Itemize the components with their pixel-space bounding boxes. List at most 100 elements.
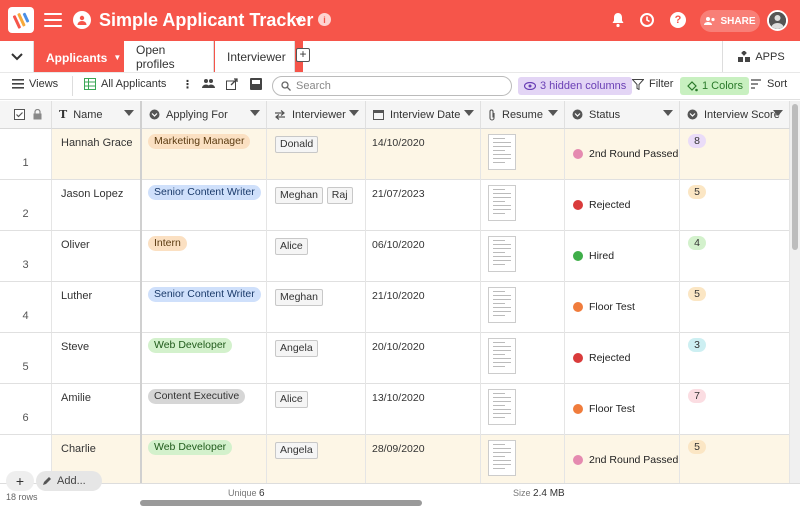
- column-menu-icon[interactable]: [349, 110, 359, 116]
- info-icon[interactable]: i: [318, 13, 331, 26]
- table-row[interactable]: 2 Jason Lopez Senior Content Writer Meghan R…: [0, 180, 790, 231]
- app-logo-icon[interactable]: [8, 7, 34, 33]
- tab-open-profiles[interactable]: Open profiles: [124, 41, 214, 72]
- cell-name[interactable]: Hannah Grace: [52, 129, 141, 180]
- resume-thumbnail[interactable]: [488, 185, 516, 221]
- tab-applicants[interactable]: Applicants ▼: [34, 41, 123, 72]
- interviewer-tag[interactable]: Angela: [275, 340, 318, 357]
- table-row[interactable]: 6 Amilie Content Executive Alice 13/10/2020 F…: [0, 384, 790, 435]
- checkbox-icon[interactable]: [14, 109, 25, 120]
- views-button[interactable]: Views: [12, 78, 58, 90]
- cell-interviewer[interactable]: Alice: [267, 231, 366, 282]
- horizontal-scrollbar-thumb[interactable]: [140, 500, 422, 506]
- cell-status[interactable]: 2nd Round Passed: [565, 435, 680, 483]
- column-header-resume[interactable]: Resume: [481, 101, 565, 129]
- cell-interviewer[interactable]: Meghan Raj: [267, 180, 366, 231]
- cell-status[interactable]: Floor Test: [565, 384, 680, 435]
- colors-button[interactable]: 1 Colors: [680, 77, 749, 95]
- interviewer-tag[interactable]: Meghan: [275, 187, 323, 204]
- cell-interview-score[interactable]: 7: [680, 384, 790, 435]
- column-menu-icon[interactable]: [250, 110, 260, 116]
- collaborators-icon[interactable]: [202, 78, 215, 88]
- cell-resume[interactable]: [481, 282, 565, 333]
- cell-applying-for[interactable]: Intern: [142, 231, 267, 282]
- cell-resume[interactable]: [481, 129, 565, 180]
- user-avatar[interactable]: [767, 10, 788, 31]
- frozen-column-divider[interactable]: [140, 101, 142, 509]
- cell-applying-for[interactable]: Marketing Manager: [142, 129, 267, 180]
- filter-button[interactable]: Filter: [632, 78, 673, 90]
- cell-name[interactable]: Jason Lopez: [52, 180, 141, 231]
- cell-status[interactable]: Floor Test: [565, 282, 680, 333]
- cell-interviewer[interactable]: Angela: [267, 435, 366, 483]
- column-menu-icon[interactable]: [464, 110, 474, 116]
- add-tab-button[interactable]: +: [296, 48, 310, 62]
- cell-resume[interactable]: [481, 435, 565, 483]
- cell-interview-date[interactable]: 14/10/2020: [366, 129, 481, 180]
- unique-stat[interactable]: Unique 6: [228, 488, 265, 499]
- cell-interviewer[interactable]: Angela: [267, 333, 366, 384]
- table-row[interactable]: 1 Hannah Grace Marketing Manager Donald 14/1…: [0, 129, 790, 180]
- size-stat[interactable]: Size 2.4 MB: [513, 488, 565, 499]
- cell-applying-for[interactable]: Content Executive: [142, 384, 267, 435]
- interviewer-tag[interactable]: Raj: [326, 187, 353, 204]
- column-menu-icon[interactable]: [124, 110, 134, 116]
- share-button[interactable]: SHARE: [700, 10, 760, 32]
- cell-resume[interactable]: [481, 333, 565, 384]
- apps-button[interactable]: APPS: [722, 41, 800, 72]
- history-icon[interactable]: [639, 12, 655, 31]
- page-title[interactable]: Simple Applicant Tracker: [99, 10, 313, 31]
- cell-name[interactable]: Amilie: [52, 384, 141, 435]
- menu-icon[interactable]: [44, 13, 62, 27]
- table-row[interactable]: 3 Oliver Intern Alice 06/10/2020 Hired 4: [0, 231, 790, 282]
- resume-thumbnail[interactable]: [488, 440, 516, 476]
- sort-button[interactable]: Sort: [750, 78, 787, 90]
- interviewer-tag[interactable]: Meghan: [275, 289, 323, 306]
- interviewer-tag[interactable]: Donald: [275, 136, 319, 153]
- cell-applying-for[interactable]: Web Developer: [142, 333, 267, 384]
- cell-interview-score[interactable]: 3: [680, 333, 790, 384]
- tabs-chevron-icon[interactable]: [0, 41, 34, 72]
- hidden-columns-button[interactable]: 3 hidden columns: [518, 77, 633, 95]
- column-menu-icon[interactable]: [548, 110, 558, 116]
- cell-applying-for[interactable]: Senior Content Writer: [142, 282, 267, 333]
- column-header-status[interactable]: Status: [565, 101, 680, 129]
- cell-name[interactable]: Luther: [52, 282, 141, 333]
- cell-applying-for[interactable]: Senior Content Writer: [142, 180, 267, 231]
- help-icon[interactable]: ?: [670, 12, 686, 28]
- print-icon[interactable]: [250, 78, 262, 90]
- cell-status[interactable]: Hired: [565, 231, 680, 282]
- cell-interview-score[interactable]: 8: [680, 129, 790, 180]
- cell-interview-score[interactable]: 4: [680, 231, 790, 282]
- resume-thumbnail[interactable]: [488, 389, 516, 425]
- cell-interviewer[interactable]: Donald: [267, 129, 366, 180]
- cell-interview-score[interactable]: 5: [680, 435, 790, 483]
- bell-icon[interactable]: [611, 12, 625, 31]
- column-header-interview-date[interactable]: Interview Date: [366, 101, 481, 129]
- resume-thumbnail[interactable]: [488, 236, 516, 272]
- column-menu-icon[interactable]: [663, 110, 673, 116]
- cell-status[interactable]: Rejected: [565, 180, 680, 231]
- search-field[interactable]: Search: [272, 76, 512, 96]
- interviewer-tag[interactable]: Alice: [275, 391, 308, 408]
- cell-interview-date[interactable]: 28/09/2020: [366, 435, 481, 483]
- cell-interview-score[interactable]: 5: [680, 282, 790, 333]
- current-view-button[interactable]: All Applicants: [84, 78, 166, 90]
- resume-thumbnail[interactable]: [488, 287, 516, 323]
- export-icon[interactable]: [226, 78, 239, 90]
- cell-interview-date[interactable]: 21/07/2023: [366, 180, 481, 231]
- interviewer-tag[interactable]: Angela: [275, 442, 318, 459]
- vertical-scrollbar-thumb[interactable]: [792, 104, 798, 250]
- column-header-interviewer[interactable]: Interviewer: [267, 101, 366, 129]
- view-more-icon[interactable]: ⋮: [182, 78, 193, 91]
- tab-interviewer[interactable]: Interviewer: [215, 41, 295, 72]
- cell-interview-date[interactable]: 20/10/2020: [366, 333, 481, 384]
- column-header-interview-score[interactable]: Interview Score: [680, 101, 790, 129]
- table-row[interactable]: Charlie Web Developer Angela 28/09/2020 2nd …: [0, 435, 790, 483]
- add-row-button[interactable]: Add...: [36, 471, 102, 491]
- cell-status[interactable]: Rejected: [565, 333, 680, 384]
- table-row[interactable]: 5 Steve Web Developer Angela 20/10/2020 Rejec…: [0, 333, 790, 384]
- interviewer-tag[interactable]: Alice: [275, 238, 308, 255]
- select-all-header[interactable]: [0, 101, 52, 129]
- chevron-down-icon[interactable]: ▼: [293, 14, 305, 28]
